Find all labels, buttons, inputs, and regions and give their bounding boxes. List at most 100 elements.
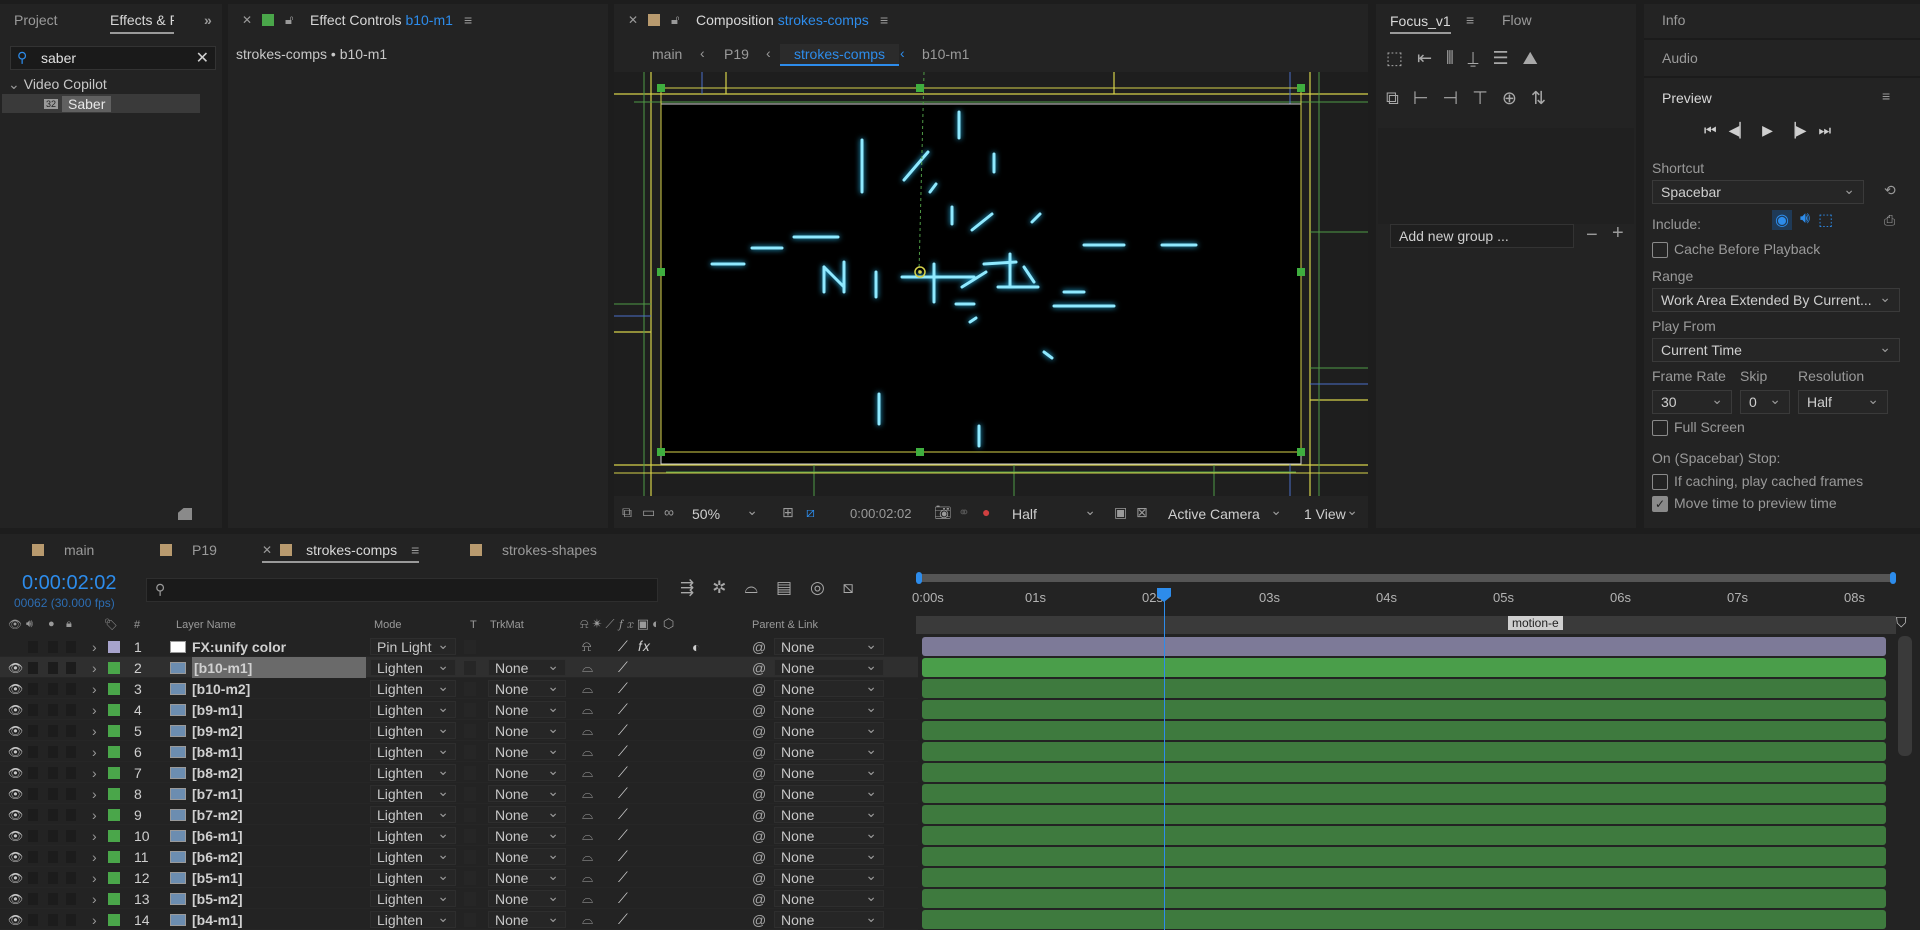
work-area-end-handle[interactable]: [1890, 572, 1896, 584]
crumb-main[interactable]: main: [652, 46, 682, 62]
draft-3d-icon[interactable]: ✲: [712, 578, 726, 598]
audio-toggle[interactable]: [28, 846, 42, 867]
reset-icon[interactable]: ⟲: [1884, 182, 1896, 199]
audio-toggle[interactable]: [28, 909, 42, 930]
expand-arrow-icon[interactable]: ›: [92, 636, 97, 657]
lock-toggle[interactable]: [66, 804, 80, 825]
solo-toggle[interactable]: [48, 762, 62, 783]
shy-switch-icon[interactable]: ⌓: [582, 804, 593, 825]
track-matte-select[interactable]: None: [488, 657, 566, 676]
layer-row[interactable]: › 1 FX:unify color Pin Light ⍾ ⟋ 𝑓𝑥 ◐ @ N…: [0, 636, 918, 657]
audio-toggle[interactable]: [28, 678, 42, 699]
expand-arrow-icon[interactable]: ›: [92, 762, 97, 783]
label-color-swatch[interactable]: [108, 762, 120, 783]
expand-arrow-icon[interactable]: ›: [92, 783, 97, 804]
label-color-swatch[interactable]: [108, 678, 120, 699]
layer-duration-bar[interactable]: [922, 847, 1886, 866]
preserve-transparency-toggle[interactable]: [464, 867, 476, 888]
preserve-transparency-toggle[interactable]: [464, 804, 476, 825]
layer-name[interactable]: [b7-m1]: [192, 783, 243, 804]
layer-duration-bar[interactable]: [922, 889, 1886, 908]
frame-blending-icon[interactable]: ▤: [776, 578, 792, 598]
layer-row[interactable]: 👁︎ › 5 [b9-m2] Lighten None ⌓ ⟋ @ None: [0, 720, 918, 741]
effect-switch-icon[interactable]: 𝑓𝑥: [638, 636, 650, 657]
play-from-select[interactable]: Current Time: [1652, 338, 1900, 362]
quality-switch-icon[interactable]: ⟋: [618, 909, 628, 930]
comp-mini-flowchart-icon[interactable]: ⇶: [680, 578, 694, 598]
shy-layers-icon[interactable]: ⌓: [745, 578, 758, 598]
parent-pickwhip-icon[interactable]: @: [752, 846, 766, 867]
label-color-swatch[interactable]: [108, 741, 120, 762]
parent-pickwhip-icon[interactable]: @: [752, 678, 766, 699]
parent-pickwhip-icon[interactable]: @: [752, 867, 766, 888]
solo-toggle[interactable]: [48, 888, 62, 909]
include-audio-icon[interactable]: 🔊︎: [1800, 210, 1810, 230]
parent-pickwhip-icon[interactable]: @: [752, 741, 766, 762]
preserve-transparency-toggle[interactable]: [464, 678, 476, 699]
expand-arrow-icon[interactable]: ›: [92, 741, 97, 762]
channel-rgb-icon[interactable]: ●: [982, 504, 990, 520]
zoom-select[interactable]: 50%: [684, 502, 766, 526]
audio-toggle[interactable]: [28, 888, 42, 909]
timeline-tab-strokes-comps[interactable]: ✕ strokes-comps ≡: [262, 542, 420, 563]
marker[interactable]: motion-e: [1508, 616, 1563, 630]
quality-switch-icon[interactable]: ⟋: [618, 636, 628, 657]
layer-duration-bar[interactable]: [922, 805, 1886, 824]
export-icon[interactable]: ⎙: [1884, 212, 1895, 229]
panel-menu-icon[interactable]: ≡: [1882, 88, 1890, 104]
parent-select[interactable]: None: [774, 699, 884, 718]
crumb-strokes-comps[interactable]: strokes-comps: [780, 44, 900, 66]
lock-toggle[interactable]: [66, 846, 80, 867]
visibility-eye-icon[interactable]: 👁︎: [8, 846, 23, 867]
visibility-eye-icon[interactable]: 👁︎: [8, 720, 23, 741]
work-area-bar[interactable]: [916, 574, 1896, 582]
panel-menu-icon[interactable]: ≡: [880, 12, 888, 28]
skip-select[interactable]: 0: [1740, 390, 1790, 414]
track-matte-select[interactable]: None: [488, 909, 566, 928]
layer-name[interactable]: [b9-m2]: [192, 720, 243, 741]
align-left-icon[interactable]: ⇤: [1417, 48, 1432, 78]
lock-toggle[interactable]: [66, 636, 80, 657]
shy-switch-icon[interactable]: ⌓: [582, 762, 593, 783]
layer-duration-bar[interactable]: [922, 868, 1886, 887]
close-tab-icon[interactable]: ✕: [262, 543, 272, 557]
track-matte-select[interactable]: None: [488, 804, 566, 823]
next-frame-icon[interactable]: ▕▶: [1785, 122, 1807, 139]
layer-duration-bar[interactable]: [922, 679, 1886, 698]
range-select[interactable]: Work Area Extended By Current...: [1652, 288, 1900, 312]
layer-name[interactable]: [b5-m1]: [192, 867, 243, 888]
blend-mode-select[interactable]: Pin Light: [370, 636, 456, 655]
move-time-checkbox[interactable]: ✓: [1652, 496, 1668, 512]
solo-toggle[interactable]: [48, 657, 62, 678]
tab-effects[interactable]: Effects & P: [110, 12, 174, 34]
add-group-icon[interactable]: +: [1612, 222, 1624, 245]
quality-switch-icon[interactable]: ⟋: [618, 867, 628, 888]
comp-canvas[interactable]: [614, 72, 1368, 496]
label-color-swatch[interactable]: [108, 846, 120, 867]
lock-toggle[interactable]: [66, 909, 80, 930]
quality-switch-icon[interactable]: ⟋: [618, 741, 628, 762]
lock-icon[interactable]: 🔓︎: [285, 12, 293, 28]
track-matte-select[interactable]: None: [488, 888, 566, 907]
camera-select[interactable]: Active Camera: [1160, 502, 1290, 526]
track-matte-select[interactable]: None: [488, 741, 566, 760]
panel-menu-icon[interactable]: ≡: [464, 12, 472, 28]
preserve-transparency-toggle[interactable]: [464, 762, 476, 783]
show-snapshot-icon[interactable]: ⚭: [958, 504, 970, 521]
new-folder-icon[interactable]: [178, 508, 192, 520]
timeline-current-time[interactable]: 0:00:02:02: [22, 572, 117, 595]
expand-arrow-icon[interactable]: ›: [92, 846, 97, 867]
expand-arrow-icon[interactable]: ›: [92, 699, 97, 720]
quality-switch-icon[interactable]: ⟋: [618, 699, 628, 720]
quality-switch-icon[interactable]: ⟋: [618, 888, 628, 909]
solo-toggle[interactable]: [48, 636, 62, 657]
layer-duration-bar[interactable]: [922, 658, 1886, 677]
play-icon[interactable]: ▶: [1762, 122, 1773, 139]
camera-snapshot-icon[interactable]: 📷︎: [934, 504, 952, 521]
playhead[interactable]: [1157, 588, 1171, 930]
audio-header[interactable]: Audio: [1662, 50, 1698, 66]
layer-row[interactable]: 👁︎ › 4 [b9-m1] Lighten None ⌓ ⟋ @ None: [0, 699, 918, 720]
parent-select[interactable]: None: [774, 783, 884, 802]
track-matte-select[interactable]: None: [488, 846, 566, 865]
last-frame-icon[interactable]: ⏭: [1818, 122, 1831, 139]
